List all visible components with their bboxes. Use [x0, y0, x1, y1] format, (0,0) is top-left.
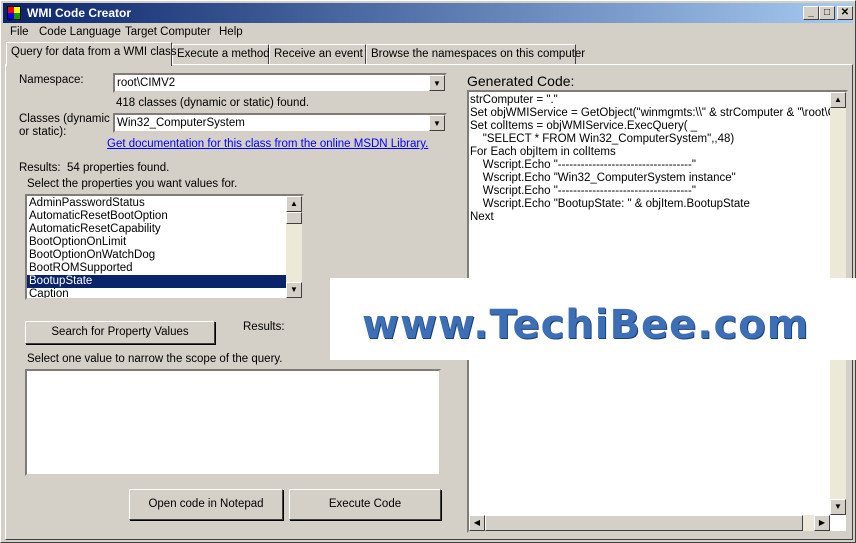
scroll-down-icon[interactable]: ▼ — [286, 282, 302, 298]
code-horizontal-scrollbar[interactable]: ◀ ▶ — [469, 515, 830, 531]
maximize-icon[interactable]: □ — [819, 6, 835, 20]
tab-execute-method[interactable]: Execute a method — [172, 44, 270, 65]
class-value: Win32_ComputerSystem — [117, 117, 245, 129]
code-line: "SELECT * FROM Win32_ComputerSystem",,48… — [470, 133, 735, 145]
watermark-banner: www.TechiBee.com — [330, 278, 856, 360]
code-line: strComputer = "." — [470, 94, 558, 106]
namespace-combo[interactable]: root\CIMV2 ▼ — [113, 73, 447, 93]
code-line: Set colItems = objWMIService.ExecQuery( … — [470, 120, 698, 132]
code-line: Wscript.Echo "BootupState: " & objItem.B… — [470, 198, 750, 210]
execute-code-button[interactable]: Execute Code — [289, 489, 441, 520]
close-icon[interactable]: ✕ — [837, 6, 853, 20]
code-line: For Each objItem in colItems — [470, 146, 616, 158]
minimize-icon[interactable]: _ — [803, 6, 819, 20]
code-line: Wscript.Echo "--------------------------… — [470, 159, 696, 171]
property-list-item[interactable]: AdminPasswordStatus — [27, 197, 302, 210]
open-notepad-button[interactable]: Open code in Notepad — [129, 489, 283, 520]
select-properties-label: Select the properties you want values fo… — [27, 178, 238, 190]
hscroll-thumb[interactable] — [485, 515, 803, 531]
menu-file[interactable]: File — [10, 26, 29, 38]
property-list-item[interactable]: BootROMSupported — [27, 262, 302, 275]
scroll-left-icon[interactable]: ◀ — [469, 515, 485, 531]
property-list-item[interactable]: BootupState — [27, 275, 302, 288]
app-icon — [7, 6, 21, 20]
results-count: 54 properties found. — [67, 162, 170, 174]
namespace-value: root\CIMV2 — [117, 77, 176, 89]
scroll-up-icon[interactable]: ▲ — [830, 92, 846, 108]
window-title: WMI Code Creator — [27, 6, 132, 20]
code-line: Wscript.Echo "--------------------------… — [470, 185, 696, 197]
tab-browse-namespaces[interactable]: Browse the namespaces on this computer — [366, 44, 585, 65]
property-list-item[interactable]: BootOptionOnWatchDog — [27, 249, 302, 262]
properties-listbox[interactable]: AdminPasswordStatus AutomaticResetBootOpt… — [25, 194, 304, 300]
classes-found-text: 418 classes (dynamic or static) found. — [116, 97, 310, 109]
class-combo[interactable]: Win32_ComputerSystem ▼ — [113, 113, 447, 133]
dropdown-arrow-icon[interactable]: ▼ — [429, 115, 445, 131]
search-results-label: Results: — [243, 321, 285, 333]
property-list-item[interactable]: AutomaticResetCapability — [27, 223, 302, 236]
generated-code-label: Generated Code: — [467, 73, 575, 89]
tab-query-class[interactable]: Query for data from a WMI class — [6, 42, 177, 66]
tab-receive-event[interactable]: Receive an event — [269, 44, 366, 65]
scroll-right-icon[interactable]: ▶ — [814, 515, 830, 531]
code-line: Wscript.Echo "Win32_ComputerSystem insta… — [470, 172, 736, 184]
menu-bar: File Code Language Target Computer Help — [3, 24, 853, 42]
narrow-scope-label: Select one value to narrow the scope of … — [27, 353, 283, 365]
classes-label-2: or static): — [19, 126, 67, 138]
namespace-label: Namespace: — [19, 74, 84, 86]
code-line: Set objWMIService = GetObject("winmgmts:… — [470, 107, 848, 119]
code-line: Next — [470, 211, 494, 223]
title-bar[interactable]: WMI Code Creator _ □ ✕ — [3, 3, 853, 23]
main-window: WMI Code Creator _ □ ✕ File Code Languag… — [0, 0, 856, 543]
property-values-list[interactable] — [25, 369, 441, 476]
property-list-item[interactable]: AutomaticResetBootOption — [27, 210, 302, 223]
scroll-up-icon[interactable]: ▲ — [286, 196, 302, 212]
dropdown-arrow-icon[interactable]: ▼ — [429, 75, 445, 91]
property-list-item[interactable]: Caption — [27, 288, 302, 298]
scroll-thumb[interactable] — [286, 212, 302, 224]
search-property-values-button[interactable]: Search for Property Values — [25, 321, 215, 344]
property-list-item[interactable]: BootOptionOnLimit — [27, 236, 302, 249]
watermark-text: www.TechiBee.com — [362, 302, 810, 348]
properties-scrollbar[interactable]: ▲ ▼ — [286, 196, 302, 298]
results-label: Results: — [19, 162, 61, 174]
menu-help[interactable]: Help — [219, 26, 243, 38]
menu-target-computer[interactable]: Target Computer — [125, 26, 211, 38]
menu-code-language[interactable]: Code Language — [39, 26, 121, 38]
scroll-down-icon[interactable]: ▼ — [830, 499, 846, 515]
msdn-doc-link[interactable]: Get documentation for this class from th… — [107, 138, 428, 150]
classes-label: Classes (dynamic — [19, 113, 110, 125]
